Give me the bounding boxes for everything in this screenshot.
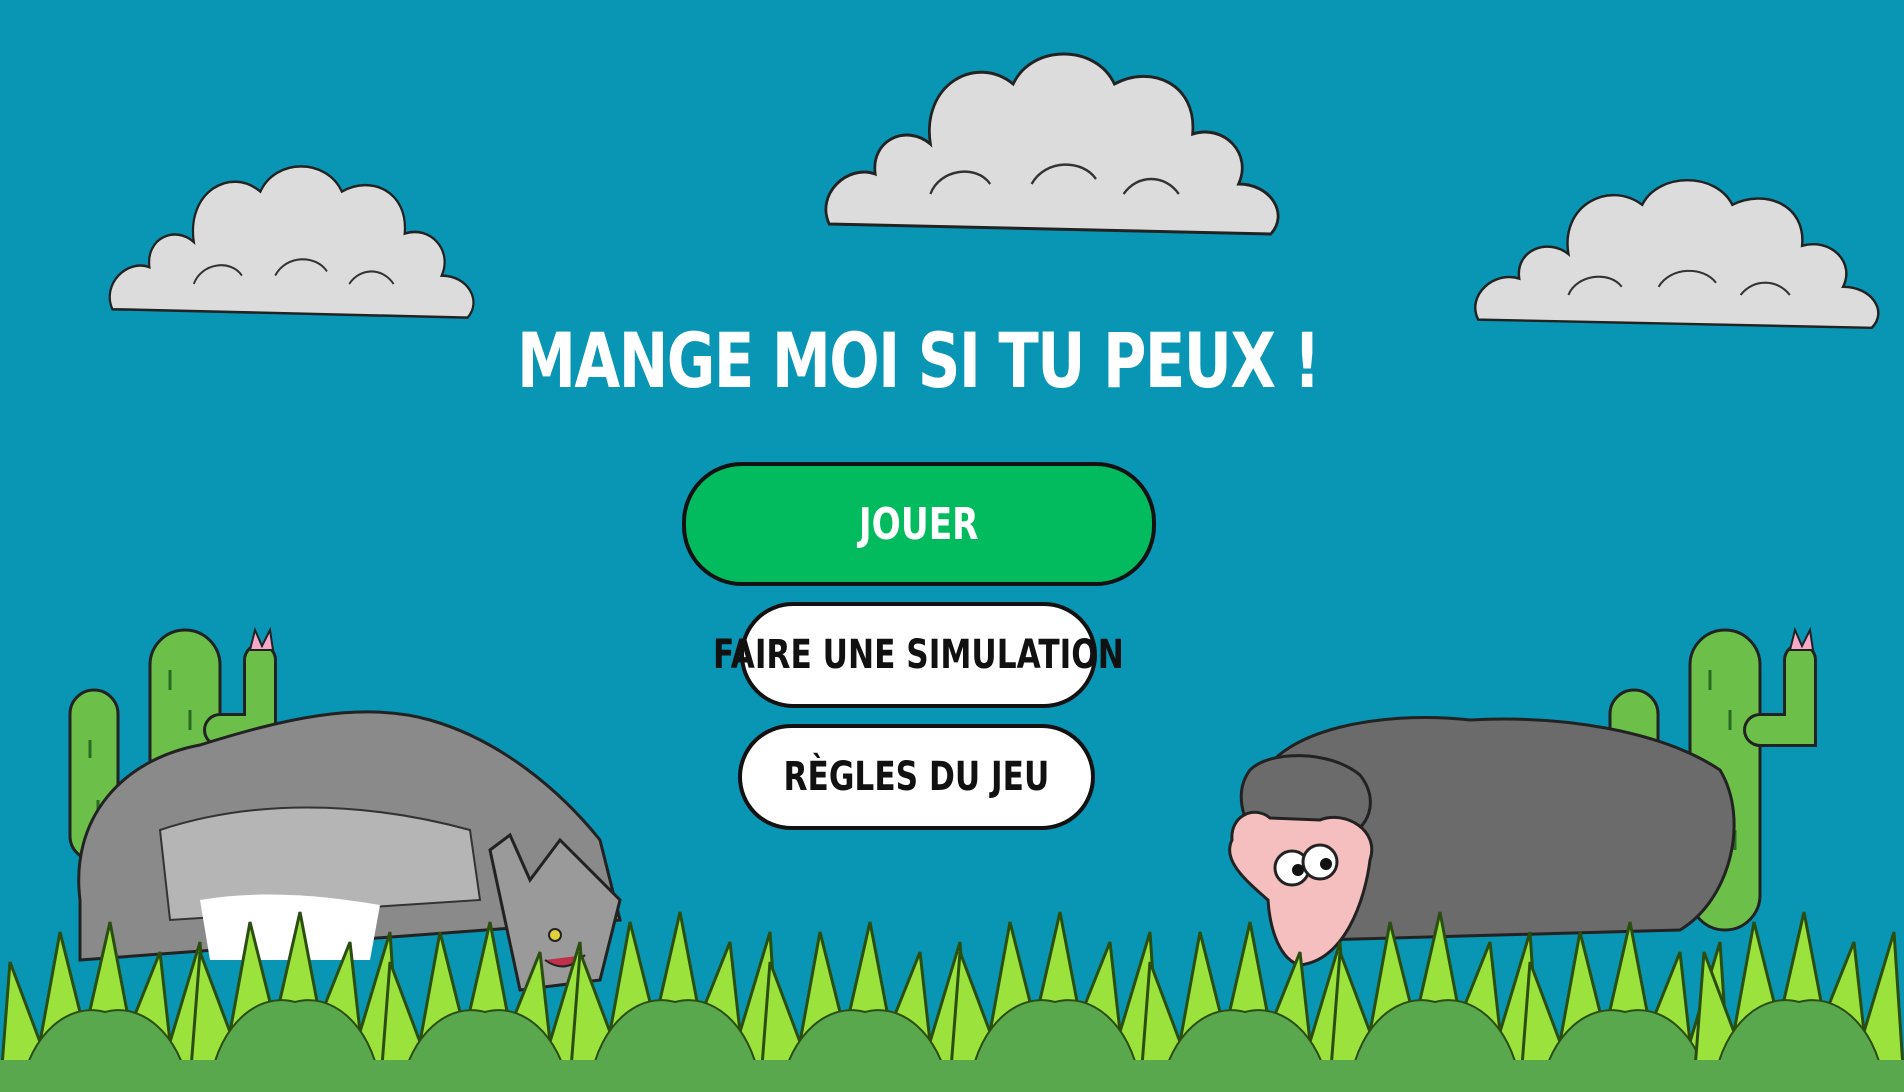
play-button-label: JOUER: [859, 498, 979, 550]
sheep-icon: [1228, 716, 1736, 967]
rules-button-label: RÈGLES DU JEU: [783, 754, 1050, 800]
cloud-center-icon: [824, 52, 1280, 236]
cloud-left-icon: [108, 165, 475, 319]
rules-button[interactable]: RÈGLES DU JEU: [738, 724, 1095, 830]
play-button[interactable]: JOUER: [682, 462, 1156, 586]
simulation-button[interactable]: FAIRE UNE SIMULATION: [713, 602, 1124, 708]
simulation-button-label: FAIRE UNE SIMULATION: [713, 632, 1124, 678]
game-title: MANGE MOI SI TU PEUX !: [516, 316, 1321, 405]
cloud-right-icon: [1474, 178, 1880, 330]
